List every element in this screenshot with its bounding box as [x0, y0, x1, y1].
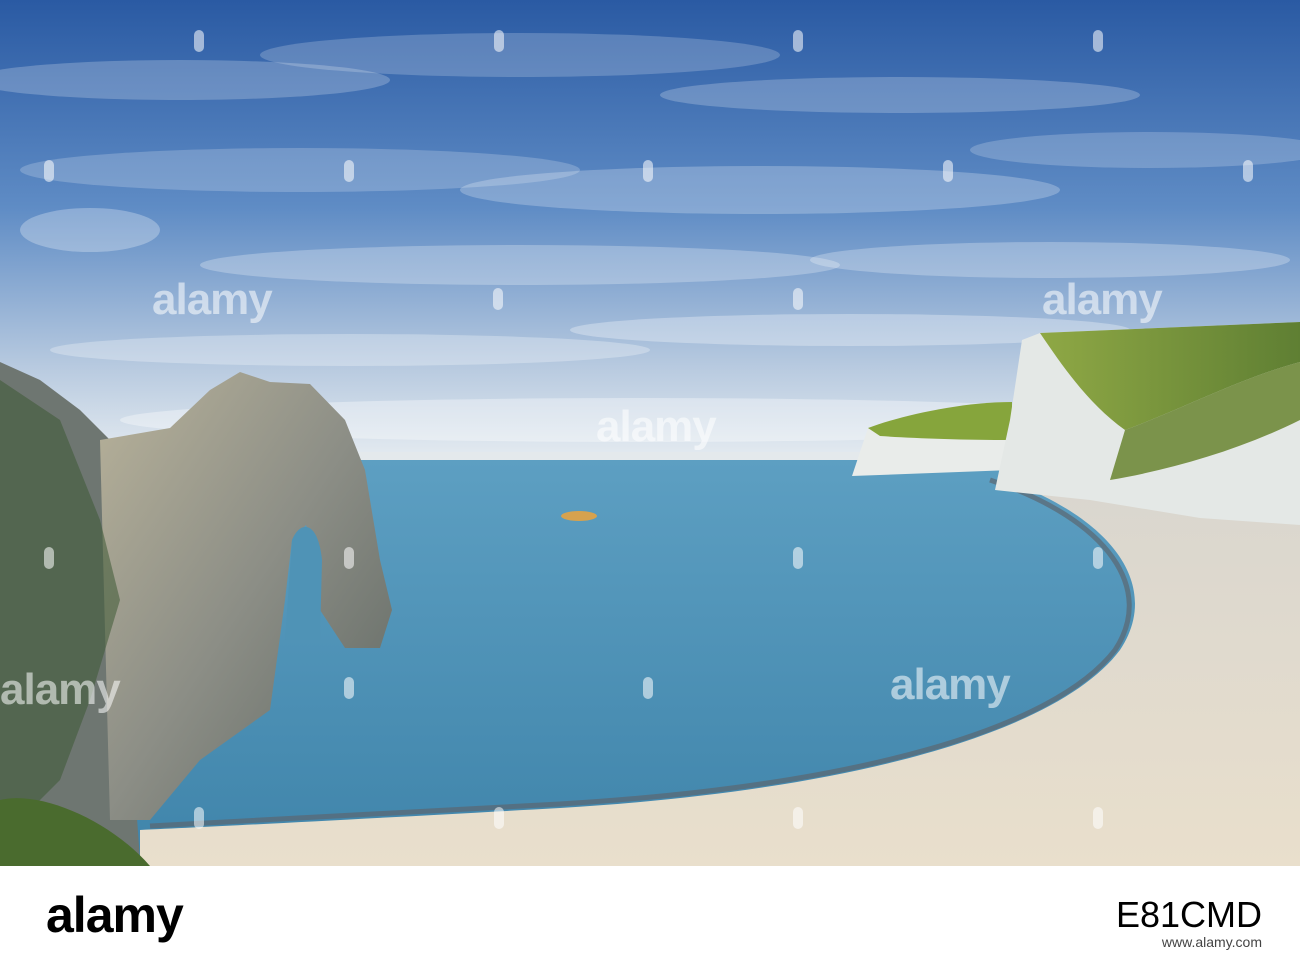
sea-rock [561, 511, 597, 521]
watermark-dot [1093, 30, 1103, 52]
watermark: alamy [152, 275, 273, 324]
watermark-dot [344, 677, 354, 699]
watermark-dot [194, 807, 204, 829]
watermark-dot [194, 30, 204, 52]
watermark-dot [493, 288, 503, 310]
footer-bar: alamy E81CMD www.alamy.com [0, 866, 1300, 956]
site-url[interactable]: www.alamy.com [1162, 934, 1262, 950]
watermark-dot [1243, 160, 1253, 182]
watermark: alamy [890, 660, 1011, 709]
watermark-dot [494, 30, 504, 52]
watermark-dot [793, 288, 803, 310]
watermark-dot [44, 547, 54, 569]
watermark-dot [793, 30, 803, 52]
watermark-dot [793, 807, 803, 829]
watermark-dot [793, 547, 803, 569]
watermark-dot [643, 160, 653, 182]
watermark: alamy [1042, 275, 1163, 324]
watermark-dot [44, 160, 54, 182]
watermark-dot [643, 677, 653, 699]
watermark-dot [943, 160, 953, 182]
stock-photo-page: alamy alamy alamy alamy alamy alamy E81C… [0, 0, 1300, 956]
image-id: E81CMD [1115, 894, 1262, 935]
watermark-dot [494, 807, 504, 829]
watermark: alamy [596, 402, 717, 451]
watermark-dot [344, 160, 354, 182]
watermark-dot [1093, 547, 1103, 569]
watermark-dot [344, 547, 354, 569]
watermark-dot [1093, 807, 1103, 829]
watermark: alamy [0, 665, 121, 714]
brand-logo[interactable]: alamy [46, 886, 184, 944]
